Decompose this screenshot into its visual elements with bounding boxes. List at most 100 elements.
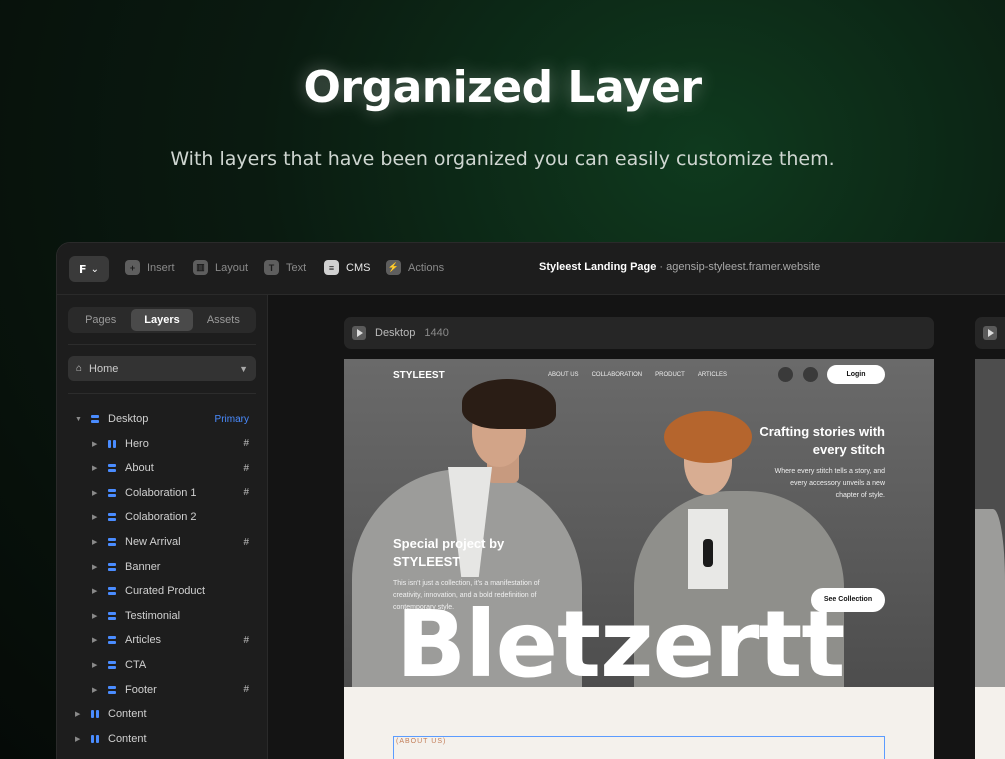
text-button[interactable]: T Text	[264, 260, 306, 275]
caret-right-icon[interactable]: ▶	[92, 636, 98, 644]
caret-right-icon[interactable]: ▶	[75, 710, 81, 718]
layer-label: Colaboration 2	[125, 511, 197, 524]
layout-label: Layout	[215, 261, 249, 274]
text-icon: T	[264, 260, 279, 275]
nav-link-product[interactable]: PRODUCT	[655, 372, 685, 378]
layout-button[interactable]: ▥ Layout	[193, 260, 248, 275]
layer-row-curated-product[interactable]: ▶ Curated Product	[57, 581, 268, 601]
layer-label: Footer	[125, 683, 157, 696]
page-select-value: Home	[89, 362, 119, 375]
stack-layout-icon	[91, 415, 99, 423]
frame-width: 1440	[424, 327, 449, 339]
document-name: Styleest Landing Page	[539, 261, 657, 273]
caret-right-icon[interactable]: ▶	[92, 538, 98, 546]
search-icon[interactable]	[778, 367, 793, 382]
caret-right-icon[interactable]: ▶	[92, 587, 98, 595]
layer-row-footer[interactable]: ▶ Footer #	[57, 680, 268, 700]
layer-row-testimonial[interactable]: ▶ Testimonial	[57, 606, 268, 626]
framer-menu-button[interactable]: F ⌄	[69, 256, 109, 282]
bag-icon[interactable]	[803, 367, 818, 382]
about-section-selected[interactable]: (ABOUT US)	[393, 736, 885, 759]
hero-subtitle: With layers that have been organized you…	[170, 148, 835, 170]
desktop-frame[interactable]: STYLEEST ABOUT US COLLABORATION PRODUCT …	[344, 359, 934, 759]
tab-layers[interactable]: Layers	[131, 309, 193, 331]
layer-label: Desktop	[108, 413, 149, 425]
cms-button[interactable]: ≡ CMS	[324, 260, 370, 275]
document-url: agensip-styleest.framer.website	[666, 261, 821, 273]
model-jacket	[975, 509, 1005, 689]
secondary-frame[interactable]	[975, 359, 1005, 759]
stack-layout-icon	[108, 562, 116, 571]
layer-row-articles[interactable]: ▶ Articles #	[57, 630, 268, 650]
hash-icon: #	[243, 462, 249, 474]
layer-row-about[interactable]: ▶ About #	[57, 458, 268, 478]
caret-right-icon[interactable]: ▶	[92, 563, 98, 571]
sidebar-tabs: Pages Layers Assets	[68, 307, 256, 333]
actions-label: Actions	[408, 261, 445, 274]
login-button[interactable]: Login	[827, 365, 885, 384]
toolbar: F ⌄ + Insert ▥ Layout T Text ≡ CMS ⚡ Act…	[57, 243, 1005, 295]
model-left-hair	[462, 379, 556, 429]
special-title: Special project by STYLEEST	[393, 536, 505, 569]
nav-link-articles[interactable]: ARTICLES	[698, 372, 727, 378]
stack-layout-icon	[108, 538, 116, 546]
hash-icon: #	[243, 634, 249, 646]
layer-row-colaboration-1[interactable]: ▶ Colaboration 1 #	[57, 483, 268, 503]
craft-description: Where every stitch tells a story, and ev…	[774, 468, 885, 499]
home-icon: ⌂	[76, 363, 83, 374]
layer-row-new-arrival[interactable]: ▶ New Arrival #	[57, 532, 268, 552]
stack-layout-icon	[108, 513, 116, 522]
layer-row-banner[interactable]: ▶ Banner	[57, 557, 268, 577]
caret-right-icon[interactable]: ▶	[92, 612, 98, 620]
document-title[interactable]: Styleest Landing Page · agensip-styleest…	[539, 261, 820, 273]
actions-button[interactable]: ⚡ Actions	[386, 260, 444, 275]
layer-label: About	[125, 462, 154, 475]
layer-label: Curated Product	[125, 585, 206, 598]
divider	[68, 393, 256, 394]
caret-right-icon[interactable]: ▶	[92, 489, 98, 497]
sunglasses-icon	[703, 539, 713, 567]
play-icon[interactable]	[352, 326, 366, 340]
layer-label: Content	[108, 708, 147, 721]
column-layout-icon	[108, 439, 116, 448]
text-label: Text	[286, 261, 307, 274]
nav-link-about[interactable]: ABOUT US	[548, 372, 579, 378]
caret-right-icon[interactable]: ▶	[92, 513, 98, 521]
frame-header-desktop[interactable]: Desktop 1440	[344, 317, 934, 349]
column-layout-icon	[91, 710, 99, 719]
frame-name: Desktop	[375, 327, 416, 339]
layer-row-content[interactable]: ▶ Content	[57, 729, 268, 749]
insert-button[interactable]: + Insert	[125, 260, 175, 275]
layer-label: Articles	[125, 634, 162, 647]
layer-label: Testimonial	[125, 609, 181, 622]
canvas[interactable]: Desktop 1440 STYLEEST ABOUT US COLLABORA…	[269, 295, 1005, 759]
site-logo[interactable]: STYLEEST	[393, 370, 445, 381]
stack-layout-icon	[108, 587, 116, 596]
caret-right-icon[interactable]: ▶	[92, 686, 98, 694]
tab-pages[interactable]: Pages	[70, 309, 131, 331]
site-hero[interactable]: STYLEEST ABOUT US COLLABORATION PRODUCT …	[344, 359, 934, 687]
layer-row-colaboration-2[interactable]: ▶ Colaboration 2	[57, 507, 268, 527]
layers-sidebar: Pages Layers Assets ⌂ Home ▼ ▼ Desktop Pri…	[57, 295, 268, 759]
hash-icon: #	[243, 438, 249, 450]
page-select[interactable]: ⌂ Home ▼	[68, 356, 256, 381]
layer-row-cta[interactable]: ▶ CTA	[57, 655, 268, 675]
layer-label: Hero	[125, 437, 149, 450]
layer-row-content[interactable]: ▶ Content	[57, 704, 268, 724]
tab-assets[interactable]: Assets	[193, 309, 254, 331]
stack-layout-icon	[108, 661, 116, 669]
play-icon[interactable]	[983, 326, 997, 340]
caret-right-icon[interactable]: ▶	[92, 440, 98, 448]
layer-row-desktop[interactable]: ▼ Desktop Primary	[57, 409, 268, 429]
caret-right-icon[interactable]: ▶	[75, 735, 81, 743]
model-right-hair	[664, 411, 752, 463]
frame-header-secondary[interactable]	[975, 317, 1005, 349]
layer-row-hero[interactable]: ▶ Hero #	[57, 434, 268, 454]
nav-link-collaboration[interactable]: COLLABORATION	[592, 372, 643, 378]
hero-title: Organized Layer	[303, 62, 702, 113]
plus-icon: +	[125, 260, 140, 275]
caret-down-icon[interactable]: ▼	[75, 416, 82, 423]
stack-layout-icon	[108, 488, 116, 497]
caret-right-icon[interactable]: ▶	[92, 464, 98, 472]
caret-right-icon[interactable]: ▶	[92, 661, 98, 669]
